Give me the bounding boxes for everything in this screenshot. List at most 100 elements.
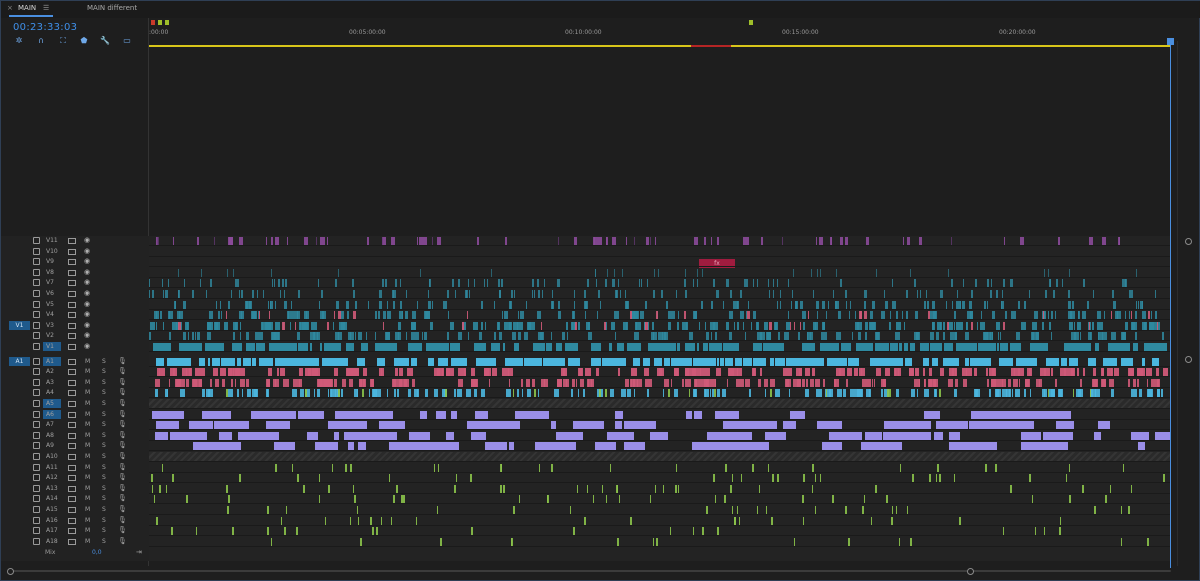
timeline-clip[interactable]	[954, 474, 955, 482]
timeline-clip[interactable]	[654, 269, 655, 277]
timeline-clip[interactable]	[1083, 279, 1085, 287]
timeline-clip[interactable]	[777, 474, 779, 482]
timeline-clip[interactable]	[899, 343, 902, 351]
timeline-clip[interactable]	[406, 290, 407, 298]
video-lane-v8[interactable]	[149, 268, 1171, 278]
timeline-clip[interactable]	[689, 332, 693, 340]
timeline-clip[interactable]	[278, 332, 279, 340]
timeline-clip[interactable]	[348, 332, 351, 340]
timeline-clip[interactable]	[991, 279, 992, 287]
timeline-clip[interactable]	[932, 301, 935, 309]
timeline-clip[interactable]	[532, 279, 534, 287]
timeline-clip[interactable]	[197, 237, 199, 245]
timeline-clip[interactable]	[652, 322, 654, 330]
lock-icon[interactable]	[33, 442, 40, 449]
timeline-clip[interactable]	[363, 379, 365, 387]
timeline-clip[interactable]	[647, 279, 648, 287]
timeline-clip[interactable]	[653, 538, 654, 546]
timeline-clip[interactable]	[705, 389, 709, 397]
timeline-clip[interactable]	[406, 332, 407, 340]
source-patch[interactable]: A1	[9, 357, 30, 366]
timeline-clip[interactable]	[218, 311, 220, 319]
timeline-clip[interactable]	[532, 379, 535, 387]
timeline-clip[interactable]	[485, 322, 486, 330]
video-lane-v6[interactable]	[149, 289, 1171, 299]
timeline-clip[interactable]	[720, 358, 724, 366]
timeline-clip[interactable]	[1117, 343, 1125, 351]
timeline-clip[interactable]	[954, 389, 957, 397]
timeline-clip[interactable]	[588, 332, 592, 340]
timeline-clip[interactable]	[317, 389, 320, 397]
timeline-clip[interactable]	[593, 495, 594, 503]
timeline-clip[interactable]	[538, 389, 539, 397]
timeline-clip[interactable]	[1123, 464, 1124, 472]
timeline-clip[interactable]	[178, 269, 179, 277]
timeline-clip[interactable]	[455, 290, 456, 298]
timeline-clip[interactable]	[949, 432, 960, 440]
timeline-clip[interactable]	[242, 368, 245, 376]
timeline-clip[interactable]	[163, 290, 164, 298]
timeline-clip[interactable]	[577, 485, 578, 493]
timeline-clip[interactable]	[644, 358, 649, 366]
timeline-clip[interactable]	[474, 389, 477, 397]
timeline-clip[interactable]	[572, 379, 575, 387]
timeline-clip[interactable]	[162, 464, 163, 472]
timeline-clip[interactable]	[342, 379, 346, 387]
timeline-clip[interactable]	[1156, 379, 1159, 387]
timeline-clip[interactable]	[891, 517, 893, 525]
timeline-clip[interactable]	[606, 495, 607, 503]
timeline-clip[interactable]	[1048, 311, 1049, 319]
timeline-clip[interactable]	[885, 301, 888, 309]
sync-lock-icon[interactable]	[68, 475, 76, 481]
timeline-clip[interactable]	[852, 332, 853, 340]
timeline-clip[interactable]	[186, 379, 188, 387]
lock-icon[interactable]	[33, 495, 40, 502]
timeline-clip[interactable]	[446, 301, 447, 309]
timeline-clip[interactable]	[558, 237, 559, 245]
timeline-clip[interactable]	[228, 389, 233, 397]
timeline-clip[interactable]	[1069, 322, 1073, 330]
sync-lock-icon[interactable]	[68, 507, 76, 513]
timeline-clip[interactable]	[1137, 379, 1139, 387]
lock-icon[interactable]	[33, 538, 40, 545]
timeline-clip[interactable]	[429, 279, 431, 287]
eye-icon[interactable]: ◉	[84, 278, 90, 286]
lock-icon[interactable]	[33, 311, 40, 318]
timeline-clip[interactable]	[226, 311, 227, 319]
timeline-clip[interactable]	[341, 389, 343, 397]
timeline-clip[interactable]	[1002, 389, 1007, 397]
timeline-clip[interactable]	[753, 343, 758, 351]
eye-icon[interactable]: ◉	[84, 331, 90, 339]
timeline-clip[interactable]	[709, 343, 715, 351]
timeline-clip[interactable]	[881, 311, 885, 319]
timeline-clip[interactable]	[207, 322, 211, 330]
timeline-clip[interactable]	[393, 421, 405, 429]
video-lane-v5[interactable]	[149, 300, 1171, 310]
timeline-clip[interactable]	[411, 322, 416, 330]
timeline-clip[interactable]	[401, 495, 403, 503]
lock-icon[interactable]	[33, 421, 40, 428]
timeline-clip[interactable]	[1122, 332, 1126, 340]
timeline-clip[interactable]	[944, 358, 947, 366]
timeline-clip[interactable]	[1136, 269, 1137, 277]
timeline-clip[interactable]	[865, 332, 867, 340]
mute-button[interactable]: M	[85, 538, 90, 545]
timeline-clip[interactable]	[947, 322, 949, 330]
timeline-clip[interactable]	[995, 464, 997, 472]
timeline-clip[interactable]	[257, 290, 258, 298]
timeline-clip[interactable]	[400, 279, 401, 287]
timeline-clip[interactable]	[713, 279, 715, 287]
timeline-clip[interactable]	[1051, 389, 1055, 397]
timeline-clip[interactable]	[497, 322, 499, 330]
timeline-clip[interactable]	[1058, 389, 1062, 397]
timeline-clip[interactable]	[706, 506, 708, 514]
audio-lane-a6[interactable]	[149, 410, 1171, 420]
timeline-clip[interactable]	[876, 368, 881, 376]
timeline-clip[interactable]	[836, 368, 841, 376]
timeline-clip[interactable]	[963, 379, 967, 387]
timeline-clip[interactable]	[915, 368, 919, 376]
timeline-clip[interactable]	[338, 389, 340, 397]
timeline-clip[interactable]	[1078, 311, 1080, 319]
timeline-clip[interactable]	[817, 269, 818, 277]
timeline-clip[interactable]	[360, 538, 362, 546]
